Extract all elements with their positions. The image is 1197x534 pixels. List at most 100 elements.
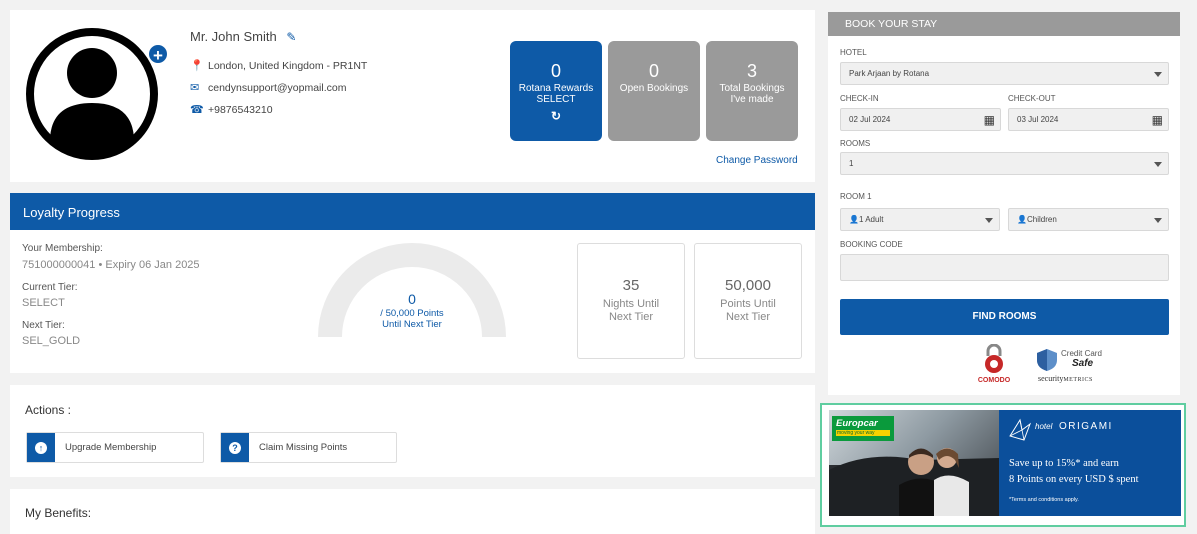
profile-location: London, United Kingdom - PR1NT xyxy=(208,59,368,72)
nights-num: 35 xyxy=(622,277,640,294)
calendar-icon[interactable]: ▦ xyxy=(1152,113,1163,127)
checkin-value: 02 Jul 2024 xyxy=(849,115,891,124)
hotel-label: HOTEL xyxy=(840,48,867,57)
person-icon: 👤 xyxy=(849,215,859,224)
email-row: ✉ cendynsupport@yopmail.com xyxy=(190,81,347,95)
padlock-icon xyxy=(985,343,1003,373)
booking-title: BOOK YOUR STAY xyxy=(828,12,1180,36)
location-pin-icon: 📍 xyxy=(190,60,204,72)
children-value: Children xyxy=(1026,215,1057,224)
benefits-card: My Benefits: xyxy=(10,489,815,534)
rooms-label: ROOMS xyxy=(840,139,871,148)
booking-code-input[interactable] xyxy=(840,254,1169,281)
gauge-points: 0 xyxy=(408,291,416,307)
nights-until-box: 35 Nights Until Next Tier xyxy=(577,243,685,359)
profile-card: + Mr. John Smith ✎ 📍 London, United King… xyxy=(10,10,815,182)
upgrade-membership-button[interactable]: ↑ Upgrade Membership xyxy=(26,432,204,463)
booking-code-label: BOOKING CODE xyxy=(840,240,903,249)
stat-open-bookings[interactable]: 0 Open Bookings xyxy=(608,41,700,141)
loyalty-title: Loyalty Progress xyxy=(10,193,815,230)
shield-icon xyxy=(1037,349,1057,371)
claim-missing-points-button[interactable]: ? Claim Missing Points xyxy=(220,432,397,463)
profile-name: Mr. John Smith xyxy=(190,29,277,44)
find-rooms-button[interactable]: FIND ROOMS xyxy=(840,299,1169,335)
rooms-select[interactable]: 1 xyxy=(840,152,1169,175)
comodo-badge: COMODO xyxy=(974,343,1014,388)
origami-brand: ORIGAMI xyxy=(1059,421,1113,432)
securitymetrics-text: securityMETRICS xyxy=(1038,374,1093,383)
gauge-line2: Until Next Tier xyxy=(382,319,442,330)
stat-rewards-label: Rotana Rewards SELECT xyxy=(518,83,594,105)
avatar-icon xyxy=(26,28,158,160)
chevron-down-icon xyxy=(1154,162,1162,167)
envelope-icon: ✉ xyxy=(190,82,200,94)
actions-title: Actions : xyxy=(25,403,72,417)
profile-phone: +9876543210 xyxy=(208,103,273,116)
points-num: 50,000 xyxy=(725,277,771,294)
gauge-line1: / 50,000 Points xyxy=(380,308,444,319)
stat-total-num: 3 xyxy=(746,61,757,81)
question-icon: ? xyxy=(229,441,241,454)
points-until-box: 50,000 Points Until Next Tier xyxy=(694,243,802,359)
stat-open-label: Open Bookings xyxy=(619,83,689,94)
membership-label: Your Membership: xyxy=(22,243,103,254)
phone-row: ☎ +9876543210 xyxy=(190,103,273,117)
tier-label: Current Tier: xyxy=(22,282,78,293)
ad-line1: Save up to 15%* and earn xyxy=(1009,458,1119,469)
europcar-name: Europcar xyxy=(836,418,878,429)
cc-line2: Safe xyxy=(1072,358,1094,369)
securitymetrics-badge: Credit Card Safe securityMETRICS xyxy=(1036,348,1116,388)
europcar-tagline: moving your way xyxy=(836,430,890,436)
ad-terms: *Terms and conditions apply. xyxy=(1009,497,1079,503)
checkin-label: CHECK-IN xyxy=(840,94,879,103)
chevron-down-icon xyxy=(985,218,993,223)
profile-email: cendynsupport@yopmail.com xyxy=(208,81,347,94)
stat-rewards[interactable]: 0 Rotana Rewards SELECT ↻ xyxy=(510,41,602,141)
child-icon: 👤 xyxy=(1017,215,1027,224)
chevron-down-icon xyxy=(1154,72,1162,77)
upgrade-label: Upgrade Membership xyxy=(65,442,157,453)
checkin-input[interactable]: 02 Jul 2024 ▦ xyxy=(840,108,1001,131)
claim-label: Claim Missing Points xyxy=(259,442,348,453)
checkout-label: CHECK-OUT xyxy=(1008,94,1056,103)
edit-pencil-icon[interactable]: ✎ xyxy=(286,30,296,44)
ad-text-panel: hotel ORIGAMI Save up to 15%* and earn 8… xyxy=(999,410,1181,516)
ad-line2: 8 Points on every USD $ spent xyxy=(1009,474,1139,485)
benefits-title: My Benefits: xyxy=(25,506,92,520)
rooms-value: 1 xyxy=(849,159,854,168)
loyalty-progress-card: Loyalty Progress Your Membership: 751000… xyxy=(10,193,815,373)
actions-card: Actions : ↑ Upgrade Membership ? Claim M… xyxy=(10,385,815,477)
comodo-text: COMODO xyxy=(977,377,1011,384)
calendar-icon[interactable]: ▦ xyxy=(984,113,995,127)
change-password-link[interactable]: Change Password xyxy=(716,155,798,166)
stat-total-bookings[interactable]: 3 Total Bookings I've made xyxy=(706,41,798,141)
hotel-value: Park Arjaan by Rotana xyxy=(849,69,930,78)
phone-icon: ☎ xyxy=(190,104,204,116)
adults-select[interactable]: 👤1 Adult xyxy=(840,208,1000,231)
arrow-up-icon: ↑ xyxy=(35,441,47,454)
stat-rewards-num: 0 xyxy=(550,61,561,81)
next-tier-label: Next Tier: xyxy=(22,320,65,331)
cc-line1: Credit Card xyxy=(1061,349,1102,358)
nights-text: Nights Until Next Tier xyxy=(602,298,660,323)
room1-label: ROOM 1 xyxy=(840,192,872,201)
refresh-icon[interactable]: ↻ xyxy=(510,109,602,123)
origami-prefix: hotel xyxy=(1035,422,1053,431)
checkout-value: 03 Jul 2024 xyxy=(1017,115,1059,124)
next-tier-value: SEL_GOLD xyxy=(22,335,81,347)
membership-value: 751000000041 • Expiry 06 Jan 2025 xyxy=(22,259,200,271)
hotel-select[interactable]: Park Arjaan by Rotana xyxy=(840,62,1169,85)
children-select[interactable]: 👤Children xyxy=(1008,208,1169,231)
add-photo-button[interactable]: + xyxy=(147,43,169,65)
checkout-input[interactable]: 03 Jul 2024 ▦ xyxy=(1008,108,1169,131)
chevron-down-icon xyxy=(1154,218,1162,223)
europcar-ad-banner[interactable]: Europcar moving your way hotel ORIGAMI S… xyxy=(820,403,1186,527)
tier-value: SELECT xyxy=(22,297,65,309)
points-text: Points Until Next Tier xyxy=(720,298,776,323)
stat-total-label: Total Bookings I've made xyxy=(719,83,785,105)
europcar-logo: Europcar moving your way xyxy=(832,416,894,441)
origami-crane-icon xyxy=(1009,418,1032,441)
booking-panel: BOOK YOUR STAY HOTEL Park Arjaan by Rota… xyxy=(828,12,1180,395)
profile-name-row: Mr. John Smith ✎ xyxy=(190,29,296,44)
location-row: 📍 London, United Kingdom - PR1NT xyxy=(190,59,368,73)
